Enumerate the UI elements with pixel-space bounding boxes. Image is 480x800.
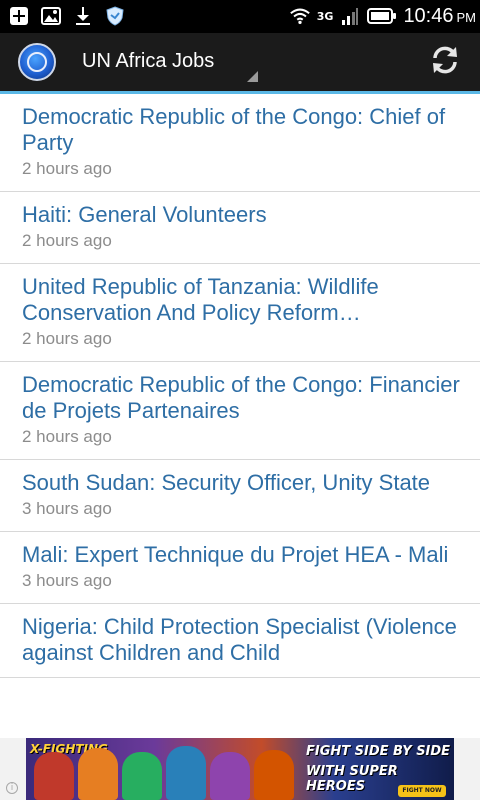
refresh-button[interactable] [428, 45, 462, 79]
job-title: South Sudan: Security Officer, Unity Sta… [22, 470, 431, 495]
job-time: 3 hours ago [22, 499, 112, 518]
spinner-dropdown-icon [247, 71, 258, 82]
hero-figure [254, 750, 294, 800]
battery-icon [367, 5, 397, 27]
ad-banner[interactable]: X-FIGHTING FIGHT SIDE BY SIDE WITH SUPER… [26, 738, 454, 800]
wifi-icon [289, 5, 311, 27]
notification-icons [8, 5, 126, 27]
list-item[interactable]: Democratic Republic of the Congo: Chief … [0, 94, 480, 192]
job-title: Democratic Republic of the Congo: Chief … [22, 104, 446, 155]
action-bar: UN Africa Jobs [0, 33, 480, 91]
add-box-icon [8, 5, 30, 27]
hero-figure [210, 752, 250, 800]
list-item[interactable]: Mali: Expert Technique du Projet HEA - M… [0, 532, 480, 604]
list-item[interactable]: Nigeria: Child Protection Specialist (Vi… [0, 604, 480, 678]
job-time: 2 hours ago [22, 427, 112, 446]
download-icon [72, 5, 94, 27]
job-time: 2 hours ago [22, 231, 112, 250]
list-item[interactable]: United Republic of Tanzania: Wildlife Co… [0, 264, 480, 362]
network-type-label: 3G [316, 9, 334, 23]
info-icon[interactable]: i [6, 782, 18, 794]
clock: 10:46 PM [403, 5, 476, 28]
job-time: 3 hours ago [22, 571, 112, 590]
system-indicators: 3G 10:46 PM [289, 4, 476, 28]
job-title: Nigeria: Child Protection Specialist (Vi… [22, 614, 457, 665]
job-title: Mali: Expert Technique du Projet HEA - M… [22, 542, 449, 567]
status-bar: 3G 10:46 PM [0, 0, 480, 33]
hero-figure [122, 752, 162, 800]
clock-ampm: PM [456, 9, 477, 25]
job-title: United Republic of Tanzania: Wildlife Co… [22, 274, 379, 325]
clock-time: 10:46 [403, 4, 454, 27]
job-title: Haiti: General Volunteers [22, 202, 267, 227]
ad-banner-area: i X-FIGHTING FIGHT SIDE BY SIDE WITH SUP… [0, 738, 480, 800]
job-time: 2 hours ago [22, 329, 112, 348]
app-title: UN Africa Jobs [82, 50, 215, 72]
un-logo-icon[interactable] [18, 43, 56, 81]
job-time: 2 hours ago [22, 159, 112, 178]
ad-headline: FIGHT SIDE BY SIDE [306, 744, 451, 759]
job-list[interactable]: Democratic Republic of the Congo: Chief … [0, 94, 480, 738]
hero-figure [78, 748, 118, 800]
job-title: Democratic Republic of the Congo: Financ… [22, 372, 460, 423]
hero-figure [34, 752, 74, 800]
refresh-icon [429, 44, 461, 80]
list-item[interactable]: Democratic Republic of the Congo: Financ… [0, 362, 480, 460]
hero-figure [166, 746, 206, 800]
shield-icon [104, 5, 126, 27]
image-icon [40, 5, 62, 27]
list-item[interactable]: South Sudan: Security Officer, Unity Sta… [0, 460, 480, 532]
list-item[interactable]: Haiti: General Volunteers 2 hours ago [0, 192, 480, 264]
signal-icon [339, 5, 361, 27]
title-spinner[interactable]: UN Africa Jobs [80, 33, 260, 91]
ad-cta-button[interactable]: FIGHT NOW [398, 785, 446, 797]
